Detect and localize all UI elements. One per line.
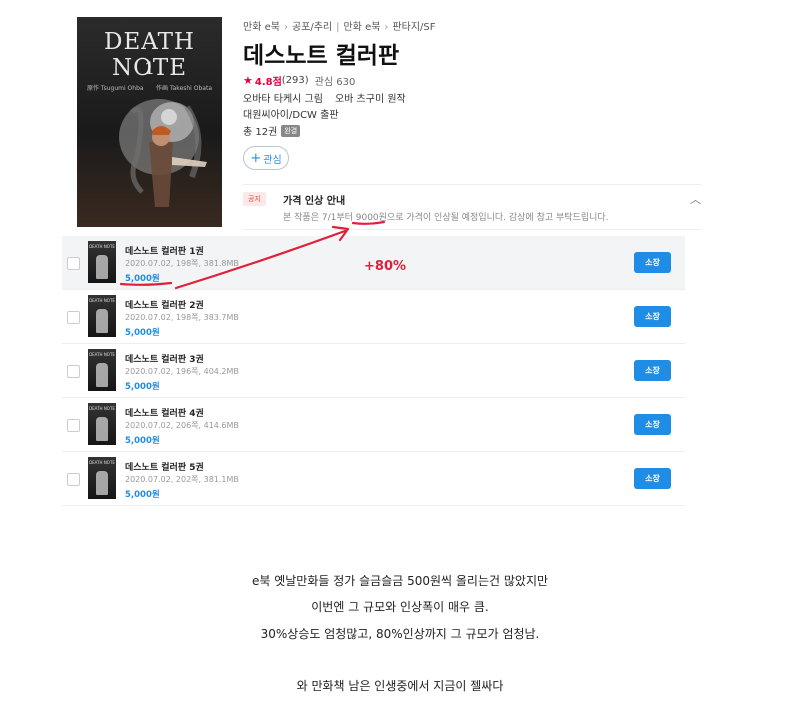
select-checkbox[interactable] <box>67 419 80 432</box>
caption-line-2: 이번엔 그 규모와 인상폭이 매우 큼. <box>311 600 489 614</box>
thumbnail-figure <box>96 417 108 441</box>
rating-row: ★ 4.8점 (293) 관심 630 <box>243 73 355 88</box>
artist-credit[interactable]: 오바타 타케시 그림 <box>243 94 323 105</box>
volume-thumbnail[interactable]: DEATH NOTE <box>88 349 116 391</box>
cover-volume: 1 <box>144 59 155 79</box>
thumbnail-figure <box>96 471 108 495</box>
list-item[interactable]: DEATH NOTE 데스노트 컬러판 5권 2020.07.02, 202쪽,… <box>62 452 685 506</box>
buy-button[interactable]: 소장 <box>634 360 671 381</box>
breadcrumb-item-genre-2[interactable]: 판타지/SF <box>392 22 435 33</box>
volume-price: 5,000원 <box>125 274 160 284</box>
select-checkbox[interactable] <box>67 257 80 270</box>
volume-title[interactable]: 데스노트 컬러판 5권 <box>125 460 204 473</box>
volume-thumbnail[interactable]: DEATH NOTE <box>88 457 116 499</box>
breadcrumb-item-category[interactable]: 만화 e북 <box>243 22 280 33</box>
breadcrumb-item-category-2[interactable]: 만화 e북 <box>343 22 380 33</box>
volumes-row: 총 12권 완결 <box>243 123 301 138</box>
thumbnail-figure <box>96 255 108 279</box>
chevron-right-icon: › <box>283 22 288 33</box>
select-checkbox[interactable] <box>67 311 80 324</box>
volume-title[interactable]: 데스노트 컬러판 3권 <box>125 352 204 365</box>
favorite-label: 관심 <box>263 154 282 166</box>
thumbnail-figure <box>96 309 108 333</box>
volume-thumbnail[interactable]: DEATH NOTE <box>88 403 116 445</box>
list-item[interactable]: DEATH NOTE 데스노트 컬러판 4권 2020.07.02, 206쪽,… <box>62 398 685 452</box>
chevron-right-icon: › <box>384 22 389 33</box>
buy-button[interactable]: 소장 <box>634 414 671 435</box>
caption-line-1: e북 옛날만화들 정가 슬금슬금 500원씩 올리는건 많았지만 <box>251 574 549 588</box>
credits-row: 오바타 타케시 그림 오바 츠구미 원작 <box>243 90 406 105</box>
buy-button[interactable]: 소장 <box>634 252 671 273</box>
divider <box>243 229 701 230</box>
volume-price: 5,000원 <box>125 328 160 338</box>
chevron-up-icon[interactable]: ︿ <box>690 191 701 207</box>
plus-icon: + <box>250 150 262 166</box>
volume-meta: 2020.07.02, 206쪽, 414.6MB <box>125 421 239 430</box>
cover-author-left: 原作 Tsugumi Ohba <box>87 85 144 92</box>
volume-title[interactable]: 데스노트 컬러판 2권 <box>125 298 204 311</box>
thumbnail-title: DEATH NOTE <box>89 298 115 303</box>
page-title: 데스노트 컬러판 <box>243 43 400 69</box>
volume-meta: 2020.07.02, 198쪽, 383.7MB <box>125 313 239 322</box>
complete-badge: 완결 <box>281 124 301 137</box>
buy-button[interactable]: 소장 <box>634 468 671 489</box>
volume-thumbnail[interactable]: DEATH NOTE <box>88 241 116 283</box>
divider <box>243 184 701 185</box>
volume-list: DEATH NOTE 데스노트 컬러판 1권 2020.07.02, 198쪽,… <box>62 236 685 506</box>
separator-icon: | <box>336 22 340 33</box>
buy-button[interactable]: 소장 <box>634 306 671 327</box>
notice-title[interactable]: 가격 인상 안내 <box>283 192 345 207</box>
list-item[interactable]: DEATH NOTE 데스노트 컬러판 2권 2020.07.02, 198쪽,… <box>62 290 685 344</box>
volumes-count: 총 12권 <box>243 127 278 138</box>
select-checkbox[interactable] <box>67 365 80 378</box>
volume-thumbnail[interactable]: DEATH NOTE <box>88 295 116 337</box>
volume-meta: 2020.07.02, 202쪽, 381.1MB <box>125 475 239 484</box>
rating-score[interactable]: 4.8점 <box>255 73 282 88</box>
volume-title[interactable]: 데스노트 컬러판 1권 <box>125 244 204 257</box>
publisher-credit[interactable]: 대원씨아이/DCW 출판 <box>243 106 339 121</box>
breadcrumb-item-genre[interactable]: 공포/추리 <box>292 22 332 33</box>
thumbnail-title: DEATH NOTE <box>89 352 115 357</box>
writer-credit[interactable]: 오바 츠구미 원작 <box>335 94 406 105</box>
select-checkbox[interactable] <box>67 473 80 486</box>
thumbnail-title: DEATH NOTE <box>89 244 115 249</box>
list-item[interactable]: DEATH NOTE 데스노트 컬러판 3권 2020.07.02, 196쪽,… <box>62 344 685 398</box>
thumbnail-figure <box>96 363 108 387</box>
star-icon: ★ <box>243 74 253 87</box>
volume-meta: 2020.07.02, 198쪽, 381.8MB <box>125 259 239 268</box>
thumbnail-title: DEATH NOTE <box>89 460 115 465</box>
volume-price: 5,000원 <box>125 490 160 500</box>
volume-title[interactable]: 데스노트 컬러판 4권 <box>125 406 204 419</box>
interest-count: 관심 630 <box>314 77 356 88</box>
volume-meta: 2020.07.02, 196쪽, 404.2MB <box>125 367 239 376</box>
increase-annotation: +80% <box>364 259 407 274</box>
caption-line-4: 와 만화책 남은 인생중에서 지금이 젤싸다 <box>296 679 504 693</box>
caption-line-3: 30%상승도 엄청많고, 80%인상까지 그 규모가 엄청남. <box>260 627 540 641</box>
thumbnail-title: DEATH NOTE <box>89 406 115 411</box>
rating-count[interactable]: (293) <box>282 75 309 86</box>
volume-price: 5,000원 <box>125 382 160 392</box>
add-favorite-button[interactable]: + 관심 <box>243 146 289 170</box>
volume-price: 5,000원 <box>125 436 160 446</box>
cover-author-right: 作画 Takeshi Obata <box>156 85 212 92</box>
cover-authors: 原作 Tsugumi Ohba 作画 Takeshi Obata <box>87 83 212 92</box>
book-cover[interactable]: DEATH NOTE 1 原作 Tsugumi Ohba 作画 Takeshi … <box>77 17 222 227</box>
notice-body: 본 작품은 7/1부터 9000원으로 가격이 인상될 예정입니다. 감상에 참… <box>283 213 609 223</box>
notice-tag: 공지 <box>243 192 266 206</box>
breadcrumb: 만화 e북 › 공포/추리 | 만화 e북 › 판타지/SF <box>243 18 436 33</box>
